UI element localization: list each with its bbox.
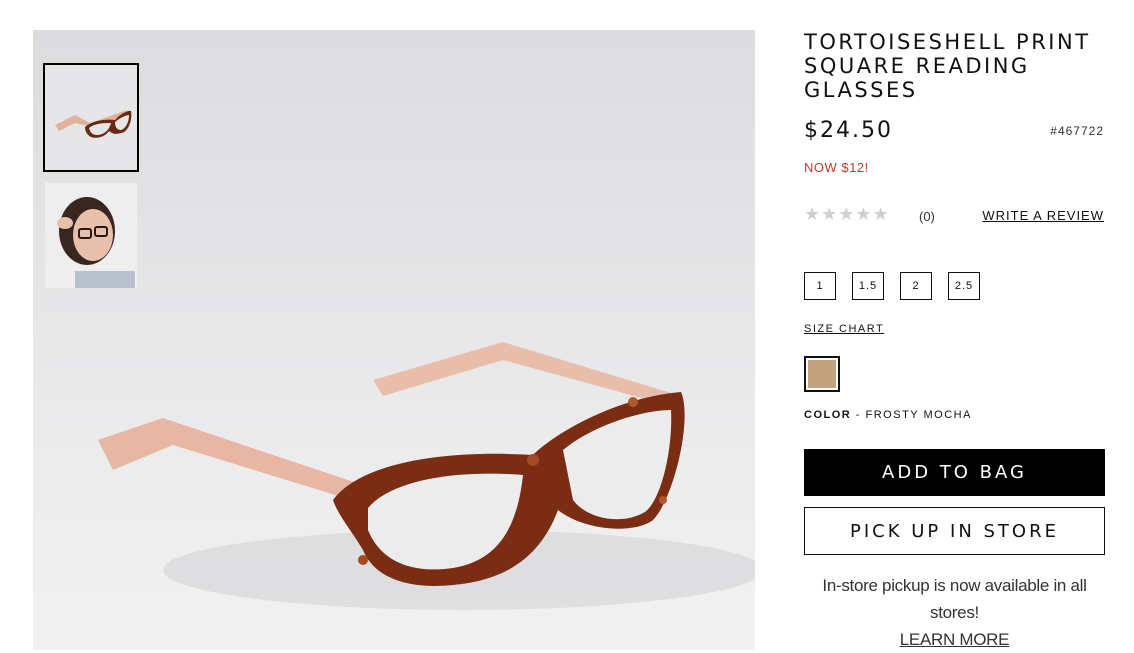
swatch-fill (808, 360, 836, 388)
color-label: COLOR - FROSTY MOCHA (804, 409, 972, 421)
size-option[interactable]: 2 (900, 272, 932, 300)
pick-up-in-store-button[interactable]: PICK UP IN STORE (804, 507, 1105, 555)
rating-row: ★★★★★ (0) WRITE A REVIEW (804, 204, 1104, 228)
product-sku: #467722 (1050, 124, 1104, 138)
color-name: FROSTY MOCHA (865, 409, 972, 421)
color-label-title: COLOR (804, 409, 852, 421)
write-review-link[interactable]: WRITE A REVIEW (982, 208, 1104, 223)
model-wearing-glasses-thumbnail-icon (45, 183, 137, 288)
product-price: $24.50 (804, 118, 893, 143)
product-title: TORTOISESHELL PRINT SQUARE READING GLASS… (804, 30, 1091, 102)
price-row: $24.50 #467722 (804, 118, 1104, 148)
size-option[interactable]: 1 (804, 272, 836, 300)
size-option[interactable]: 2.5 (948, 272, 980, 300)
rating-stars-icon: ★★★★★ (804, 204, 890, 224)
product-details-panel: TORTOISESHELL PRINT SQUARE READING GLASS… (804, 30, 1105, 649)
size-selector: 1 1.5 2 2.5 (804, 272, 980, 300)
size-option[interactable]: 1.5 (852, 272, 884, 300)
product-main-image (33, 30, 755, 650)
pickup-note-text: In-store pickup is now available in all … (822, 576, 1087, 622)
color-swatch-frosty-mocha[interactable] (804, 356, 840, 392)
thumbnail-model[interactable] (45, 183, 137, 288)
sale-price: NOW $12! (804, 160, 869, 175)
learn-more-link[interactable]: LEARN MORE (804, 626, 1105, 653)
size-chart-link[interactable]: SIZE CHART (804, 323, 884, 335)
review-count: (0) (919, 209, 935, 224)
color-separator: - (851, 409, 866, 421)
add-to-bag-button[interactable]: ADD TO BAG (804, 449, 1105, 496)
glasses-thumbnail-icon (45, 65, 137, 170)
glasses-image (98, 342, 755, 610)
pickup-note: In-store pickup is now available in all … (804, 572, 1105, 653)
thumbnail-glasses[interactable] (43, 63, 139, 172)
